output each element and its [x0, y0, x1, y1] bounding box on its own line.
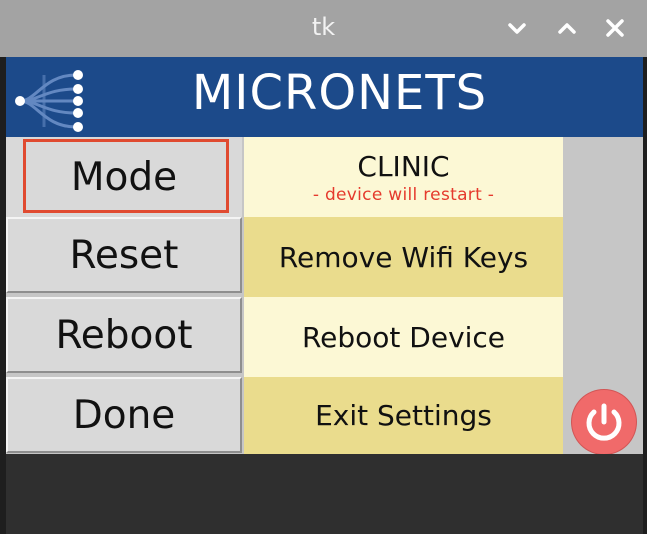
footer-bar	[6, 454, 643, 534]
reboot-description-text: Reboot Device	[301, 320, 506, 354]
focus-ring	[23, 139, 229, 213]
reboot-description: Reboot Device	[244, 297, 563, 377]
window-title: tk	[311, 13, 336, 41]
reset-description-text: Remove Wifi Keys	[278, 240, 529, 274]
done-button-label: Done	[72, 392, 176, 438]
reboot-button-label: Reboot	[55, 312, 193, 358]
reset-button-label: Reset	[69, 232, 179, 278]
close-icon[interactable]	[603, 16, 627, 40]
app-brand-title: MICRONETS	[191, 65, 488, 121]
done-description-text: Exit Settings	[315, 399, 492, 432]
reboot-button[interactable]: Reboot	[6, 297, 242, 373]
restart-warning: - device will restart -	[312, 184, 495, 205]
chevron-down-icon[interactable]	[505, 16, 529, 40]
mode-value: CLINIC	[357, 149, 450, 183]
power-icon[interactable]	[572, 390, 636, 454]
window-titlebar[interactable]: tk	[0, 0, 647, 57]
reset-button[interactable]: Reset	[6, 217, 242, 293]
done-description: Exit Settings	[244, 377, 563, 454]
chevron-up-icon[interactable]	[555, 16, 579, 40]
reset-description: Remove Wifi Keys	[244, 217, 563, 297]
done-button[interactable]: Done	[6, 377, 242, 453]
mode-description: CLINIC - device will restart -	[244, 137, 563, 217]
app-header: MICRONETS	[6, 57, 643, 137]
settings-window: MICRONETS Mode CLINIC - device will rest…	[6, 57, 643, 534]
